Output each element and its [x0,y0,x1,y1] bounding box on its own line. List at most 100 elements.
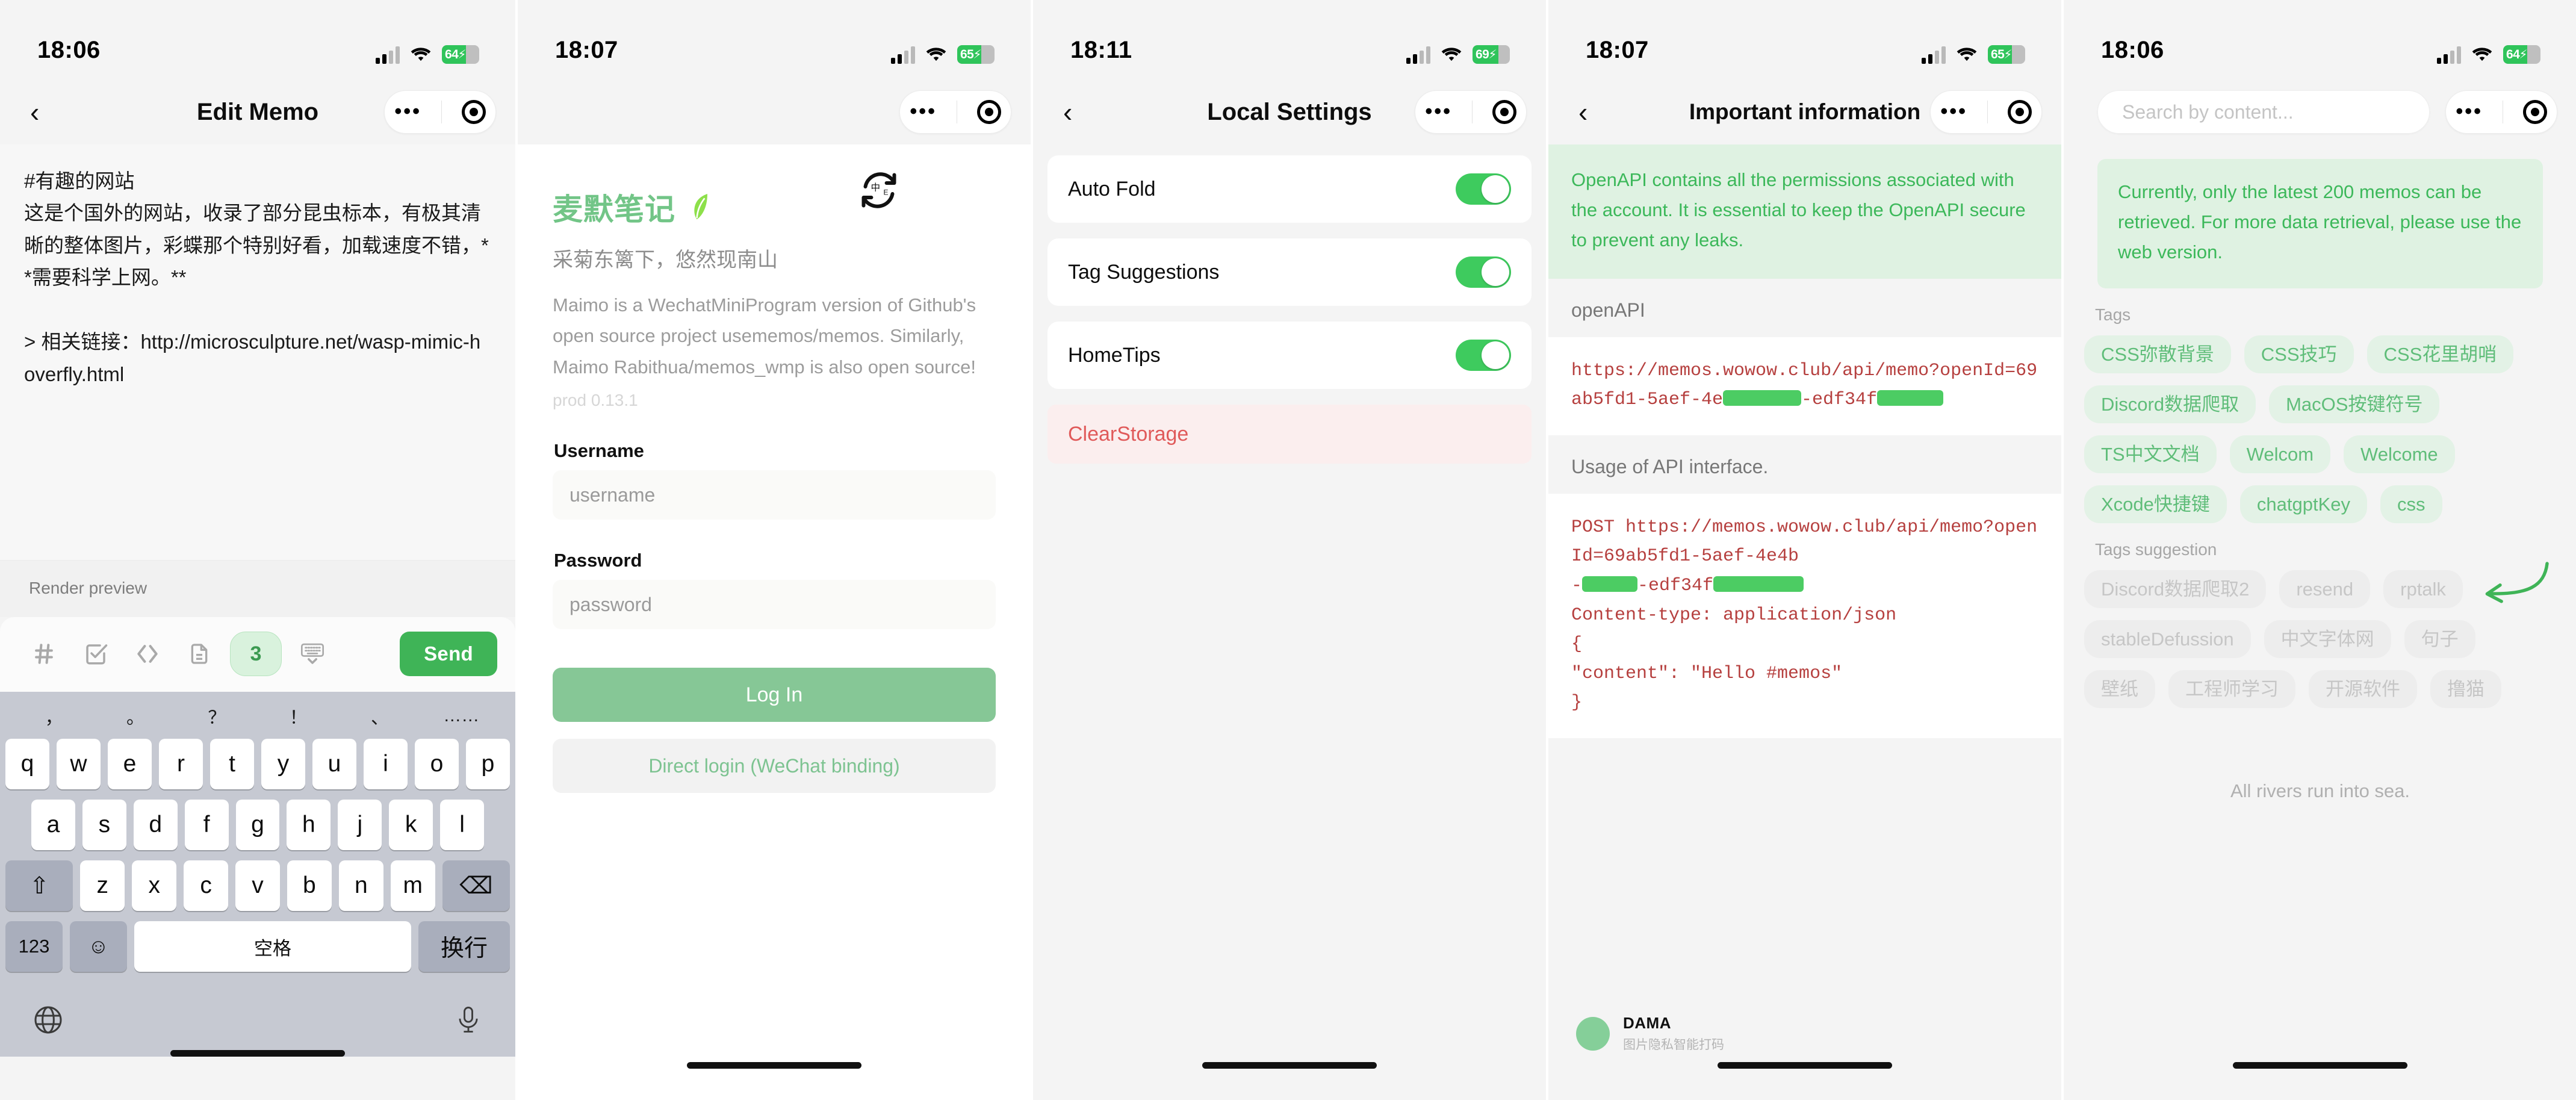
close-target-icon[interactable] [2007,100,2032,124]
mini-program-capsule[interactable]: ••• [1930,90,2042,134]
tag-suggestion-chip[interactable]: Discord数据爬取2 [2084,570,2267,608]
key-f[interactable]: f [184,800,229,850]
kb-suggest-4[interactable]: 、 [339,703,420,729]
key-x[interactable]: x [132,860,177,911]
wechat-login-button[interactable]: Direct login (WeChat binding) [553,739,996,794]
tag-suggestion-chip[interactable]: 撸猫 [2430,670,2501,708]
tag-chip[interactable]: Welcom [2229,435,2331,473]
hash-icon[interactable] [18,632,70,676]
close-target-icon[interactable] [1492,100,1516,124]
back-button[interactable]: ‹ [1052,98,1100,126]
setting-row-home-tips[interactable]: HomeTips [1047,322,1532,389]
file-icon[interactable] [173,632,225,676]
memo-edit-area[interactable]: #有趣的网站 这是个国外的网站，收录了部分昆虫标本，有极其清晰的整体图片，彩蝶那… [0,144,515,560]
memo-text-content[interactable]: #有趣的网站 这是个国外的网站，收录了部分昆虫标本，有极其清晰的整体图片，彩蝶那… [24,165,491,390]
mini-program-capsule[interactable]: ••• [899,90,1011,134]
key-e[interactable]: e [108,739,152,789]
more-icon[interactable]: ••• [910,102,937,122]
key-p[interactable]: p [466,739,510,789]
tag-chip[interactable]: CSS花里胡哨 [2367,335,2514,373]
kb-suggest-3[interactable]: ！ [258,703,339,729]
clear-storage-button[interactable]: ClearStorage [1047,405,1532,464]
more-icon[interactable]: ••• [1940,102,1967,122]
tag-chip[interactable]: chatgptKey [2239,485,2368,523]
tag-chip[interactable]: MacOS按键符号 [2269,385,2440,423]
mini-program-capsule[interactable]: ••• [384,90,496,134]
key-c[interactable]: c [184,860,229,911]
password-input[interactable]: password [553,580,996,630]
language-toggle-icon[interactable]: 中E [857,169,901,212]
kb-suggest-1[interactable]: 。 [95,703,176,729]
key-u[interactable]: u [312,739,356,789]
key-t[interactable]: t [210,739,254,789]
more-icon[interactable]: ••• [394,102,421,122]
key-b[interactable]: b [287,860,332,911]
close-target-icon[interactable] [2522,100,2547,124]
api-usage-code-block[interactable]: POST https://memos.wowow.club/api/memo?o… [1548,493,2061,738]
backspace-key[interactable]: ⌫ [442,860,510,911]
tag-chip[interactable]: TS中文文档 [2084,435,2217,473]
tag-suggestion-chip[interactable]: 工程师学习 [2168,670,2295,708]
kb-suggest-0[interactable]: ， [13,703,95,729]
username-input[interactable]: username [553,470,996,520]
key-m[interactable]: m [390,860,435,911]
setting-row-tag-suggestions[interactable]: Tag Suggestions [1047,238,1532,306]
tag-chip[interactable]: Xcode快捷键 [2084,485,2227,523]
more-icon[interactable]: ••• [1425,102,1452,122]
globe-icon[interactable] [31,1003,65,1037]
home-tips-toggle[interactable] [1456,340,1511,371]
openapi-url-code-block[interactable]: https://memos.wowow.club/api/memo?openId… [1548,337,2061,435]
key-y[interactable]: y [261,739,305,789]
login-button[interactable]: Log In [553,668,996,722]
key-i[interactable]: i [364,739,408,789]
keyboard-collapse-icon[interactable] [287,632,338,676]
key-a[interactable]: a [31,800,75,850]
key-j[interactable]: j [338,800,382,850]
tag-chip[interactable]: CSS弥散背景 [2084,335,2231,373]
tag-chip[interactable]: CSS技巧 [2244,335,2354,373]
setting-row-auto-fold[interactable]: Auto Fold [1047,155,1532,223]
checkbox-icon[interactable] [70,632,122,676]
key-l[interactable]: l [440,800,485,850]
space-key[interactable]: 空格 [134,921,411,972]
tag-suggestion-chip[interactable]: 开源软件 [2309,670,2417,708]
close-target-icon[interactable] [461,100,486,124]
tag-suggestion-chip[interactable]: stableDefussion [2084,620,2251,658]
search-input[interactable]: Search by content... [2097,90,2430,134]
mini-program-capsule[interactable]: ••• [2445,90,2557,134]
return-key[interactable]: 换行 [418,921,510,972]
key-h[interactable]: h [287,800,331,850]
tag-suggestion-chip[interactable]: resend [2279,570,2371,608]
key-o[interactable]: o [415,739,459,789]
shift-key[interactable]: ⇧ [5,860,73,911]
key-s[interactable]: s [82,800,126,850]
microphone-icon[interactable] [453,1003,484,1037]
close-target-icon[interactable] [976,100,1001,124]
key-z[interactable]: z [80,860,125,911]
key-k[interactable]: k [389,800,433,850]
tag-chip[interactable]: css [2380,485,2442,523]
more-icon[interactable]: ••• [2456,102,2483,122]
back-button[interactable]: ‹ [19,98,67,126]
key-n[interactable]: n [338,860,383,911]
kb-suggest-2[interactable]: ？ [176,703,258,729]
back-button[interactable]: ‹ [1568,98,1616,126]
word-count-badge[interactable]: 3 [230,632,282,676]
auto-fold-toggle[interactable] [1456,173,1511,205]
tag-suggestions-toggle[interactable] [1456,256,1511,288]
emoji-key[interactable]: ☺ [70,921,127,972]
key-v[interactable]: v [235,860,280,911]
tag-suggestion-chip[interactable]: 壁纸 [2084,670,2155,708]
key-d[interactable]: d [133,800,178,850]
kb-suggest-5[interactable]: …… [421,706,502,726]
tag-chip[interactable]: Welcome [2344,435,2455,473]
code-icon[interactable] [122,632,173,676]
tag-chip[interactable]: Discord数据爬取 [2084,385,2256,423]
send-button[interactable]: Send [400,632,497,676]
numeric-key[interactable]: 123 [5,921,63,972]
mini-program-capsule[interactable]: ••• [1415,90,1527,134]
tag-suggestion-chip[interactable]: 句子 [2404,620,2475,658]
key-w[interactable]: w [57,739,101,789]
tag-suggestion-chip[interactable]: rptalk [2383,570,2463,608]
key-r[interactable]: r [159,739,203,789]
